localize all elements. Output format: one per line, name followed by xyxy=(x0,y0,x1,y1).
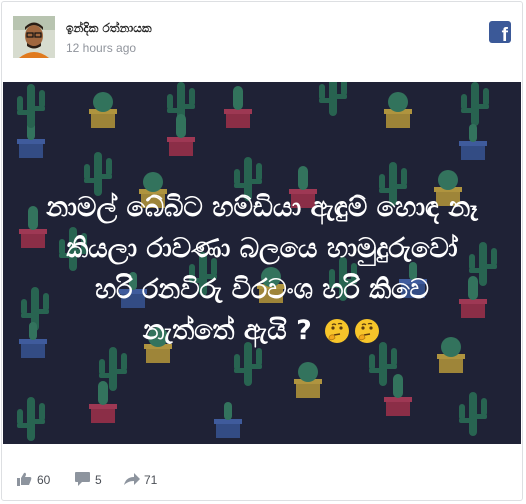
thinking-face-emoji xyxy=(355,319,380,343)
post-image[interactable]: නාමල් බේබිට හම්ඩියා ඇඳුම් හොඳ නෑ කියලා ර… xyxy=(3,82,521,444)
facebook-icon[interactable]: f xyxy=(489,21,511,45)
comment-count-value: 5 xyxy=(95,473,102,487)
thumbs-up-icon xyxy=(17,472,32,486)
comment-icon xyxy=(75,472,90,486)
share-arrow-icon xyxy=(124,473,140,485)
post-text-line-last: නැත්තේ ඇයි ? xyxy=(3,310,521,351)
share-count-value: 71 xyxy=(144,473,158,487)
post-header: ඉන්දික රත්නායක 12 hours ago f xyxy=(2,2,522,82)
post-author[interactable]: ඉන්දික රත්නායක xyxy=(66,21,152,36)
like-count-value: 60 xyxy=(37,473,51,487)
post-text-line: කියලා රාවණා බලයෙ හාමුදුරුවෝ xyxy=(66,233,458,264)
avatar[interactable] xyxy=(13,16,55,58)
post-text-line: හරි රනවිරු විරවංශ හරි කිවෙ xyxy=(95,274,429,305)
post-card: ඉන්දික රත්නායක 12 hours ago f නාමල් බේබි… xyxy=(1,1,523,501)
post-text: නාමල් බේබිට හම්ඩියා ඇඳුම් හොඳ නෑ කියලා ර… xyxy=(3,187,521,351)
post-footer: 60 5 71 xyxy=(2,458,522,498)
post-timestamp[interactable]: 12 hours ago xyxy=(66,41,136,55)
post-text-line: නැත්තේ ඇයි ? xyxy=(142,315,312,346)
post-text-line: නාමල් බේබිට හම්ඩියා ඇඳුම් හොඳ නෑ xyxy=(46,192,478,223)
thinking-face-emoji xyxy=(325,319,350,343)
